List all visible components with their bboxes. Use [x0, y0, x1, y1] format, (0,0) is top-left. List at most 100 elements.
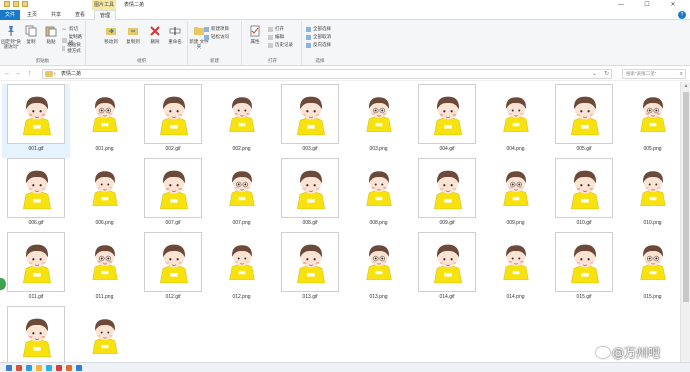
- sticker-image: [365, 171, 392, 207]
- search-box[interactable]: 搜索"表情二弟" ⌕: [622, 69, 686, 79]
- address-bar[interactable]: › 表情二弟 ⌄ ↻: [42, 69, 612, 79]
- copy-button[interactable]: 复制: [20, 25, 42, 44]
- copy-to-button[interactable]: 复制到: [122, 25, 144, 44]
- new-folder-icon[interactable]: [22, 1, 28, 7]
- tab-file[interactable]: 文件: [0, 10, 20, 20]
- file-item[interactable]: 008.png: [345, 158, 413, 232]
- organize-group: 移动到 复制到 删除 重命名 组织: [96, 21, 188, 65]
- tab-view[interactable]: 查看: [70, 10, 90, 20]
- media-icon[interactable]: [56, 365, 62, 371]
- file-item[interactable]: 013.png: [345, 232, 413, 306]
- file-item[interactable]: 013.gif: [276, 232, 344, 306]
- file-item[interactable]: 006.gif: [2, 158, 70, 232]
- start-icon[interactable]: [6, 365, 12, 371]
- scroll-up-icon[interactable]: ▲: [681, 83, 690, 89]
- vertical-scrollbar[interactable]: ▲: [680, 82, 690, 362]
- edit-icon: [268, 34, 273, 40]
- properties-button[interactable]: 属性: [244, 25, 266, 44]
- address-dropdown-icon[interactable]: ⌄: [592, 70, 597, 78]
- taskbar: [0, 362, 690, 372]
- back-button[interactable]: ←: [4, 69, 11, 79]
- file-item[interactable]: 014.gif: [413, 232, 481, 306]
- delete-button[interactable]: 删除: [144, 25, 166, 44]
- sticker-image: [23, 96, 51, 136]
- edit-button[interactable]: 编辑: [268, 34, 284, 40]
- file-item[interactable]: 007.png: [208, 158, 276, 232]
- file-item[interactable]: 010.png: [619, 158, 687, 232]
- file-item[interactable]: 011.png: [71, 232, 139, 306]
- properties-icon[interactable]: [13, 1, 19, 7]
- move-to-button[interactable]: 移动到: [100, 25, 122, 44]
- file-item[interactable]: 009.gif: [413, 158, 481, 232]
- paste-icon: [45, 26, 57, 37]
- file-item[interactable]: 009.png: [482, 158, 550, 232]
- paste-shortcut-button[interactable]: 粘贴快捷方式: [62, 42, 85, 54]
- sticker-image: [639, 245, 666, 281]
- app-icon[interactable]: [16, 365, 22, 371]
- sticker-image: [571, 170, 599, 210]
- file-item[interactable]: 015.gif: [550, 232, 618, 306]
- file-item[interactable]: 012.gif: [139, 232, 207, 306]
- window-title: 表情二弟: [124, 2, 145, 8]
- forward-button[interactable]: →: [14, 69, 21, 79]
- file-thumbnail: [633, 168, 672, 214]
- move-icon: [106, 28, 116, 35]
- refresh-icon[interactable]: ↻: [604, 70, 609, 78]
- browser-icon[interactable]: [26, 365, 32, 371]
- tab-share[interactable]: 共享: [46, 10, 66, 20]
- tool-icon[interactable]: [76, 365, 82, 371]
- file-thumbnail: [555, 84, 613, 144]
- chat-icon[interactable]: [46, 365, 52, 371]
- clipboard-group-label: 剪贴板: [35, 58, 50, 63]
- file-item[interactable]: 005.png: [619, 84, 687, 158]
- file-item[interactable]: 005.gif: [550, 84, 618, 158]
- file-item[interactable]: 010.gif: [550, 158, 618, 232]
- file-item[interactable]: 014.png: [482, 232, 550, 306]
- select-none-button[interactable]: 全部取消: [306, 34, 331, 40]
- file-item[interactable]: 015.png: [619, 232, 687, 306]
- file-item[interactable]: 012.png: [208, 232, 276, 306]
- file-item[interactable]: 003.gif: [276, 84, 344, 158]
- file-item[interactable]: 002.png: [208, 84, 276, 158]
- history-button[interactable]: 历史记录: [268, 42, 293, 48]
- file-item[interactable]: 004.png: [482, 84, 550, 158]
- invert-selection-button[interactable]: 反向选择: [306, 42, 331, 48]
- file-item[interactable]: 004.gif: [413, 84, 481, 158]
- explorer-icon[interactable]: [36, 365, 42, 371]
- new-item-button[interactable]: 新建项目: [204, 26, 229, 32]
- search-input[interactable]: 搜索"表情二弟": [626, 70, 656, 78]
- select-all-button[interactable]: 全部选择: [306, 26, 331, 32]
- maximize-button[interactable]: ☐: [636, 0, 658, 10]
- folder-icon[interactable]: [4, 1, 10, 7]
- clipboard-group: 固定到"快速访问" 复制 粘贴 ✂ 剪切 复制路径 粘贴快捷方式 剪贴板: [0, 21, 86, 65]
- sticker-image: [297, 170, 325, 210]
- pin-quick-access-button[interactable]: 固定到"快速访问": [0, 25, 22, 49]
- file-item[interactable]: 001.gif: [2, 84, 70, 158]
- open-button[interactable]: 打开: [268, 26, 284, 32]
- sticker-image: [434, 244, 462, 284]
- invert-selection-icon: [306, 42, 311, 48]
- file-item[interactable]: 002.gif: [139, 84, 207, 158]
- office-icon[interactable]: [66, 365, 72, 371]
- easy-access-button[interactable]: 轻松访问: [204, 34, 229, 40]
- file-item[interactable]: 001.png: [71, 84, 139, 158]
- close-button[interactable]: ✕: [662, 0, 684, 10]
- paste-button[interactable]: 粘贴: [40, 25, 62, 44]
- file-item[interactable]: 008.gif: [276, 158, 344, 232]
- file-item[interactable]: 011.gif: [2, 232, 70, 306]
- tab-home[interactable]: 主页: [22, 10, 42, 20]
- minimize-button[interactable]: —: [610, 0, 632, 10]
- file-item[interactable]: 003.png: [345, 84, 413, 158]
- file-name: 005.gif: [576, 146, 592, 152]
- scrollbar-thumb[interactable]: [683, 92, 689, 302]
- search-icon: ⌕: [679, 71, 683, 77]
- help-icon[interactable]: ?: [678, 11, 686, 19]
- file-item[interactable]: 006.png: [71, 158, 139, 232]
- breadcrumb[interactable]: 表情二弟: [61, 70, 81, 78]
- select-none-icon: [306, 34, 311, 40]
- rename-button[interactable]: 重命名: [164, 25, 186, 44]
- cut-button[interactable]: ✂ 剪切: [62, 26, 78, 33]
- file-item[interactable]: 007.gif: [139, 158, 207, 232]
- organize-group-label: 组织: [137, 58, 146, 63]
- up-button[interactable]: ↑: [28, 69, 32, 79]
